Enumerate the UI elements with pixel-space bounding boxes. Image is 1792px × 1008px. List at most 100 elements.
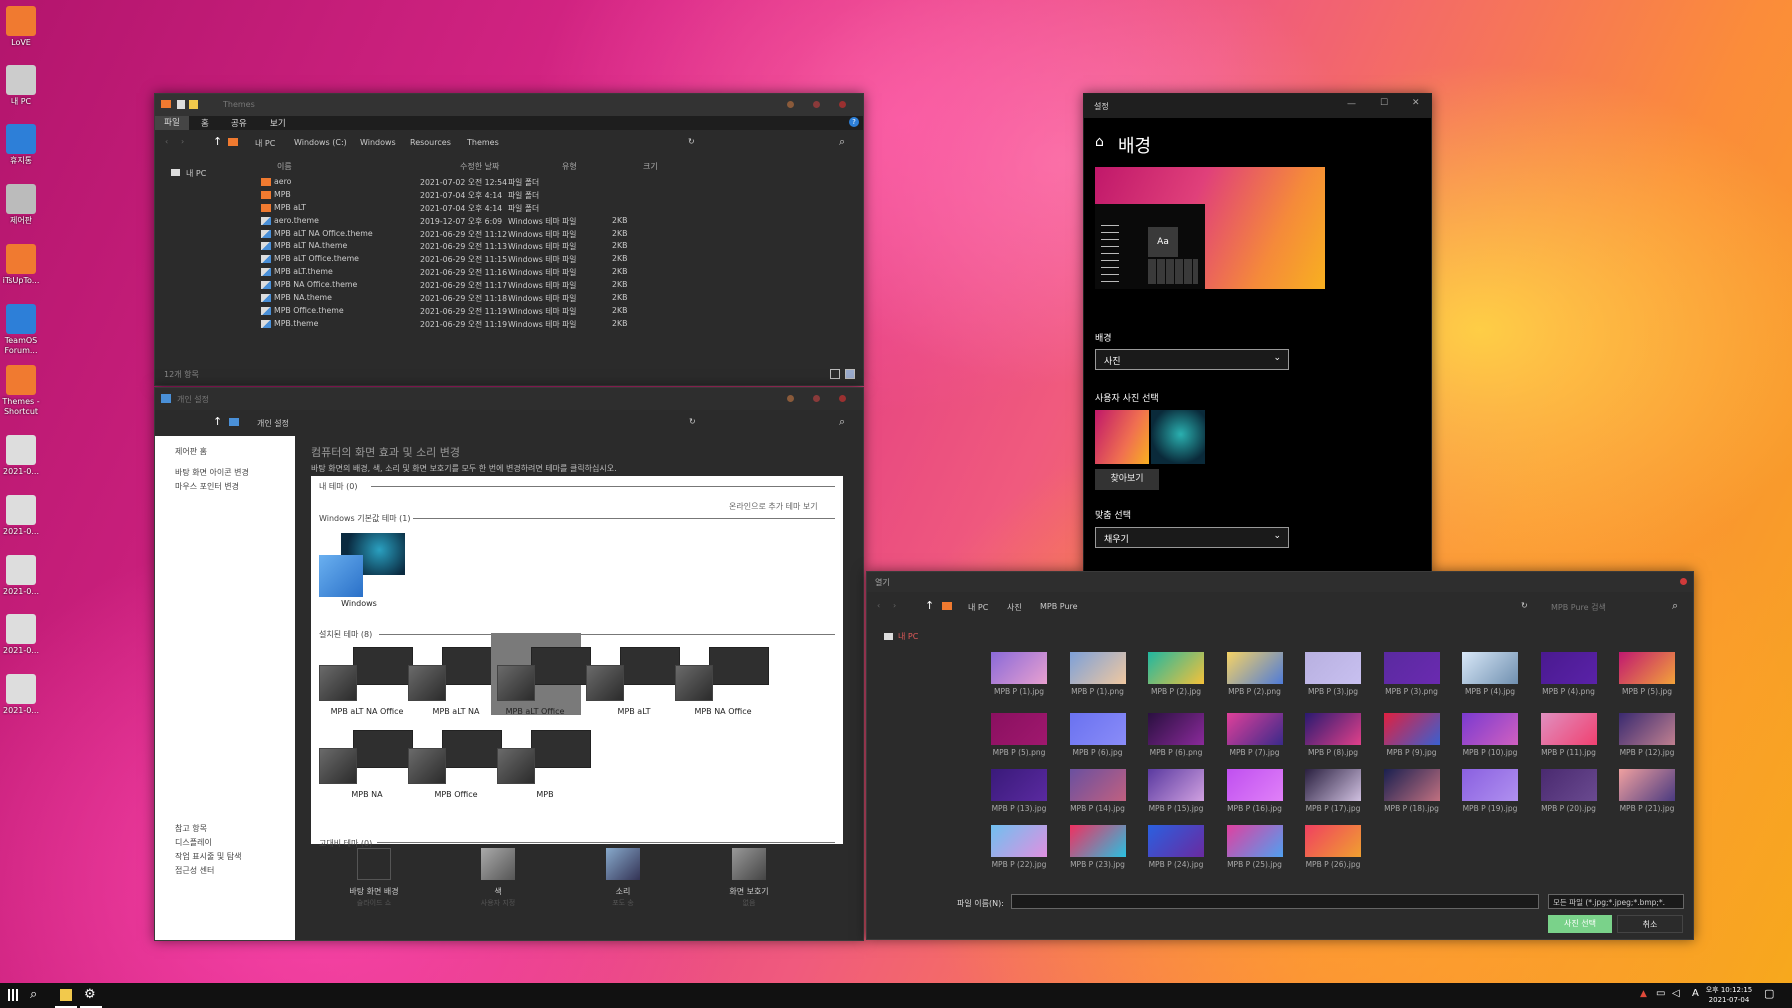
picture-thumbnail[interactable] (991, 825, 1047, 857)
ribbon-tab-home[interactable]: 홈 (201, 117, 209, 129)
taskbar-link[interactable]: 작업 표시줄 및 탐색 (175, 851, 242, 862)
picture-thumbnail[interactable] (1069, 652, 1126, 684)
volume-icon[interactable]: ◁ (1672, 988, 1680, 999)
picture-thumbnail[interactable] (1462, 713, 1518, 745)
picture-filename[interactable]: MPB P (6).png (1141, 748, 1211, 757)
display-link[interactable]: 디스플레이 (175, 837, 212, 848)
breadcrumb-windows[interactable]: Windows (360, 138, 396, 147)
picture-thumbnail[interactable] (1226, 652, 1283, 684)
picture-filename[interactable]: MPB P (3).png (1377, 687, 1447, 696)
maximize-button[interactable] (813, 395, 820, 402)
picture-thumbnail[interactable] (1462, 652, 1518, 684)
picture-filename[interactable]: MPB P (23).jpg (1063, 860, 1133, 869)
picture-filename[interactable]: MPB P (14).jpg (1063, 804, 1133, 813)
refresh-icon[interactable]: ↻ (689, 417, 696, 426)
ribbon-tab-share[interactable]: 공유 (231, 117, 247, 129)
desktop-icon[interactable]: 2021-0... (2, 435, 40, 477)
picture-thumbnail[interactable] (1148, 769, 1204, 801)
picture-thumbnail[interactable] (1148, 652, 1204, 684)
file-row[interactable]: MPB NA Office.theme 2021-06-29 오전 11:17 Wi… (259, 279, 779, 292)
picture-thumbnail[interactable] (1069, 825, 1126, 857)
picture-filename[interactable]: MPB P (2).jpg (1141, 687, 1211, 696)
picture-thumbnail[interactable] (991, 713, 1047, 745)
browse-button[interactable]: 찾아보기 (1095, 469, 1159, 490)
back-icon[interactable]: ‹ (165, 137, 168, 146)
close-button[interactable] (839, 395, 846, 402)
theme-setting-1[interactable]: 색 사용자 지정 (453, 848, 543, 928)
tray-warning-icon[interactable]: ▲ (1640, 989, 1647, 999)
picture-filename[interactable]: MPB P (10).jpg (1455, 748, 1525, 757)
help-icon[interactable]: ? (849, 117, 859, 127)
file-row[interactable]: MPB NA.theme 2021-06-29 오전 11:18 Windows 테… (259, 292, 779, 305)
refresh-icon[interactable]: ↻ (688, 137, 695, 146)
file-row[interactable]: MPB aLT Office.theme 2021-06-29 오전 11:15 W… (259, 253, 779, 266)
theme-item[interactable]: MPB (495, 724, 591, 799)
open-dialog-titlebar[interactable]: 열기 (867, 572, 1693, 592)
file-row[interactable]: aero 2021-07-02 오전 12:54 파일 폴더 (259, 176, 779, 189)
up-icon[interactable]: ↑ (213, 415, 222, 428)
col-type[interactable]: 유형 (562, 161, 577, 172)
breadcrumb-themes[interactable]: Themes (467, 138, 499, 147)
picture-filename[interactable]: MPB P (17).jpg (1298, 804, 1368, 813)
breadcrumb-personalize[interactable]: 개인 설정 (257, 418, 289, 429)
search-icon[interactable]: ⌕ (1672, 599, 1678, 613)
picture-filename[interactable]: MPB P (16).jpg (1220, 804, 1290, 813)
picture-filename[interactable]: MPB P (19).jpg (1455, 804, 1525, 813)
desktop-icon[interactable]: LoVE (2, 6, 40, 48)
settings-titlebar[interactable]: 설정 — ☐ ✕ (1084, 94, 1431, 118)
picture-filename[interactable]: MPB P (22).jpg (984, 860, 1054, 869)
picture-filename[interactable]: MPB P (1).png (1063, 687, 1133, 696)
properties-icon[interactable] (177, 100, 185, 109)
background-dropdown[interactable]: 사진 ⌄ (1095, 349, 1289, 370)
details-view-icon[interactable] (830, 369, 840, 379)
picture-thumbnail[interactable] (1619, 769, 1675, 801)
theme-item[interactable]: MPB NA (317, 724, 413, 799)
forward-icon[interactable]: › (181, 137, 184, 146)
picture-thumbnail[interactable] (1619, 652, 1675, 684)
picture-filename[interactable]: MPB P (12).jpg (1612, 748, 1682, 757)
close-button[interactable] (839, 101, 846, 108)
minimize-button[interactable] (787, 101, 794, 108)
col-date[interactable]: 수정한 날짜 (460, 161, 499, 172)
desktop-icons-link[interactable]: 바탕 화면 아이콘 변경 (175, 467, 249, 478)
picture-filename[interactable]: MPB P (4).jpg (1455, 687, 1525, 696)
tiles-view-icon[interactable] (845, 369, 855, 379)
breadcrumb-resources[interactable]: Resources (410, 138, 451, 147)
breadcrumb-drive[interactable]: Windows (C:) (294, 138, 347, 147)
desktop-icon[interactable]: TeamOS Forum... (2, 304, 40, 356)
picture-filename[interactable]: MPB P (24).jpg (1141, 860, 1211, 869)
close-button[interactable] (1680, 578, 1687, 585)
picture-thumbnail[interactable] (1069, 713, 1126, 745)
breadcrumb-mpb-pure[interactable]: MPB Pure (1040, 602, 1078, 611)
theme-item-selected[interactable]: MPB aLT Office (491, 633, 591, 716)
cancel-button[interactable]: 취소 (1617, 915, 1683, 933)
desktop-icon[interactable]: Themes - Shortcut (2, 365, 40, 417)
theme-item[interactable]: MPB aLT NA (406, 641, 502, 716)
ease-of-access-link[interactable]: 접근성 센터 (175, 865, 214, 876)
theme-item[interactable]: MPB NA Office (673, 641, 769, 716)
picture-filename[interactable]: MPB P (18).jpg (1377, 804, 1447, 813)
picture-thumbnail[interactable] (1226, 769, 1283, 801)
desktop-icon[interactable]: 2021-0... (2, 495, 40, 537)
nav-item-pc[interactable]: 내 PC (186, 168, 206, 179)
theme-setting-3[interactable]: 화면 보호기 없음 (704, 848, 794, 928)
nav-item-pc[interactable]: 내 PC (898, 631, 918, 642)
file-row[interactable]: aero.theme 2019-12-07 오후 6:09 Windows 테마 파… (259, 215, 779, 228)
picture-thumbnail[interactable] (1305, 713, 1361, 745)
theme-windows[interactable]: Windows (317, 531, 405, 608)
file-row[interactable]: MPB 2021-07-04 오후 4:14 파일 폴더 (259, 189, 779, 202)
file-row[interactable]: MPB aLT.theme 2021-06-29 오전 11:16 Windows … (259, 266, 779, 279)
recent-picture-1[interactable] (1095, 410, 1149, 464)
picture-thumbnail[interactable] (1383, 769, 1440, 801)
network-icon[interactable]: ▭ (1656, 988, 1665, 999)
file-row[interactable]: MPB.theme 2021-06-29 오전 11:19 Windows 테마 파… (259, 318, 779, 331)
picture-filename[interactable]: MPB P (8).jpg (1298, 748, 1368, 757)
picture-filename[interactable]: MPB P (9).jpg (1377, 748, 1447, 757)
picture-filename[interactable]: MPB P (13).jpg (984, 804, 1054, 813)
file-row[interactable]: MPB aLT 2021-07-04 오후 4:14 파일 폴더 (259, 202, 779, 215)
notification-icon[interactable]: ▢ (1764, 987, 1774, 1000)
select-picture-button[interactable]: 사진 선택 (1548, 915, 1612, 933)
filename-input[interactable] (1011, 894, 1539, 909)
desktop-icon[interactable]: 내 PC (2, 65, 40, 107)
forward-icon[interactable]: › (893, 601, 896, 610)
